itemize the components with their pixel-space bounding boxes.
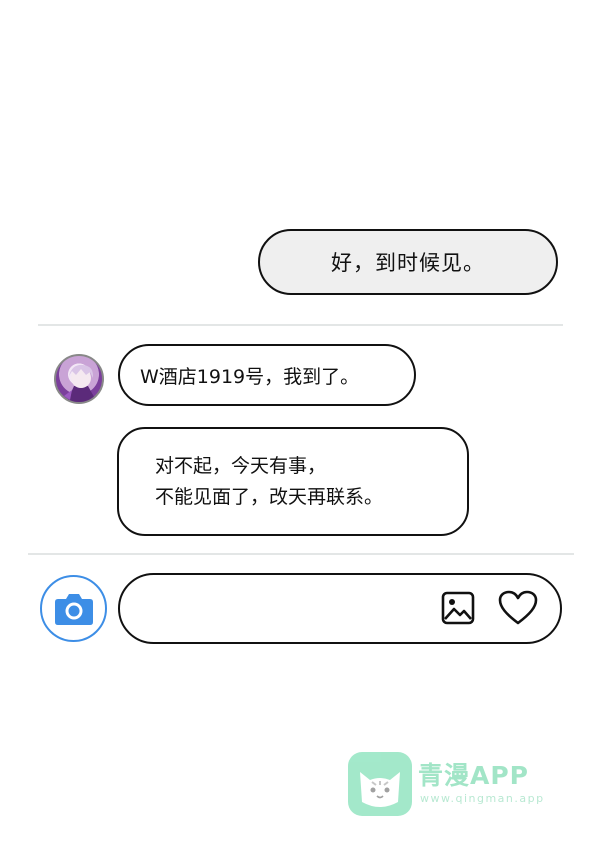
received-message-bubble[interactable]: W酒店1919号，我到了。 xyxy=(118,344,416,406)
camera-button[interactable] xyxy=(40,575,107,642)
watermark-title: 青漫APP xyxy=(418,761,529,790)
received-message-line: 不能见面了，改天再联系。 xyxy=(155,485,384,508)
divider xyxy=(38,324,563,326)
avatar-image xyxy=(64,364,97,402)
sent-message-text: 好，到时候见。 xyxy=(331,251,485,275)
watermark-url: www.qingman.app xyxy=(420,792,545,805)
received-message-line: 对不起，今天有事， xyxy=(155,454,327,477)
sent-message-bubble[interactable]: 好，到时候见。 xyxy=(258,229,558,295)
image-icon[interactable] xyxy=(441,591,475,625)
received-message-bubble[interactable]: 对不起，今天有事， 不能见面了，改天再联系。 xyxy=(117,427,469,536)
avatar[interactable] xyxy=(54,354,104,404)
heart-icon[interactable] xyxy=(498,590,538,626)
cat-logo-icon xyxy=(360,772,400,807)
received-message-text: W酒店1919号，我到了。 xyxy=(140,365,360,388)
app-logo xyxy=(348,752,412,816)
message-input[interactable] xyxy=(118,573,562,644)
camera-icon xyxy=(54,593,93,625)
watermark: 青漫APP www.qingman.app xyxy=(348,752,558,816)
divider xyxy=(28,553,574,555)
